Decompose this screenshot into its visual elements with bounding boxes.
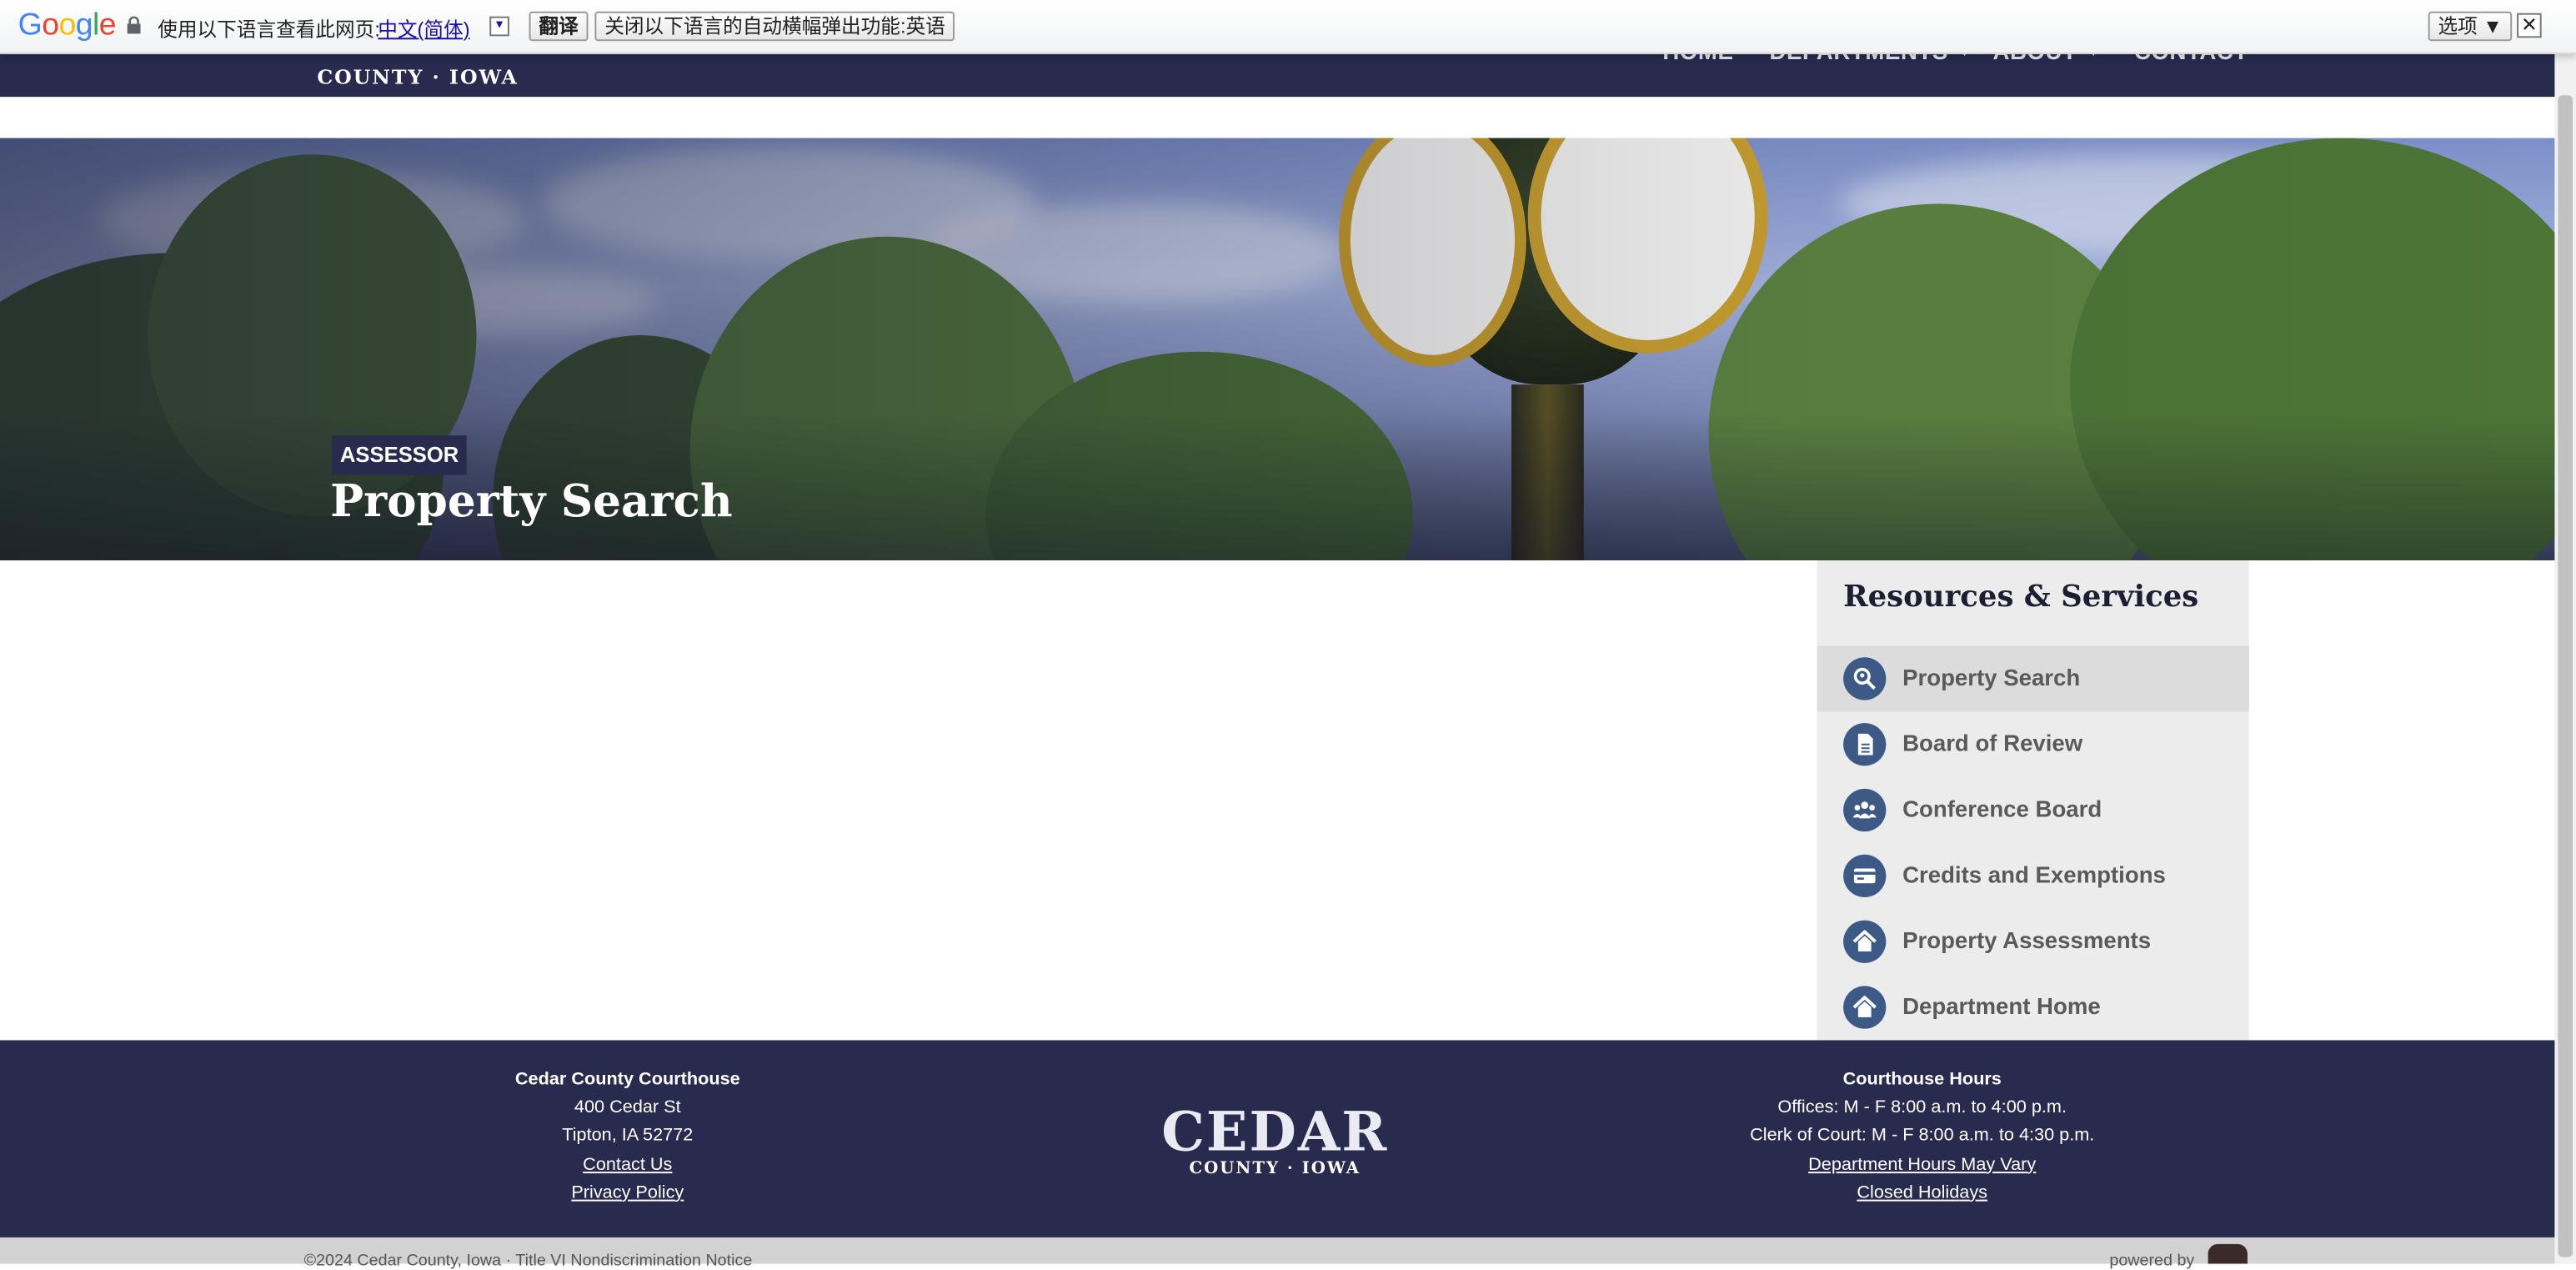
- footer-street: 400 Cedar St: [574, 1097, 681, 1118]
- sidebar-item-board-of-review[interactable]: Board of Review: [1817, 711, 2249, 777]
- footer-privacy-link[interactable]: Privacy Policy: [464, 1180, 792, 1208]
- footer-hours-vary-link[interactable]: Department Hours May Vary: [1709, 1152, 2136, 1180]
- sidebar-title: Resources & Services: [1843, 580, 2199, 615]
- sidebar-item-label: Department Home: [1902, 992, 2101, 1019]
- logo-subtitle: COUNTY · IOWA: [317, 65, 519, 89]
- footer-logo-wordmark: CEDAR: [1161, 1099, 1389, 1164]
- home-icon: [1843, 986, 1887, 1029]
- footer-logo-subtitle: COUNTY · IOWA: [1189, 1160, 1361, 1178]
- options-button[interactable]: 选项 ▼: [2428, 11, 2513, 42]
- google-logo: Google: [18, 8, 117, 43]
- language-dropdown-icon[interactable]: ▼: [489, 16, 509, 37]
- footer-address: Cedar County Courthouse 400 Cedar St Tip…: [464, 1067, 792, 1208]
- language-select-link[interactable]: 中文(简体): [378, 15, 469, 43]
- vendor-logo-icon[interactable]: [2208, 1243, 2248, 1264]
- sidebar-item-department-home[interactable]: Department Home: [1817, 975, 2249, 1041]
- sidebar-item-label: Property Assessments: [1902, 926, 2152, 954]
- sidebar-item-property-assessments[interactable]: Property Assessments: [1817, 909, 2249, 975]
- card-icon: [1843, 854, 1887, 898]
- footer-office-hours: Offices: M - F 8:00 a.m. to 4:00 p.m.: [1777, 1097, 2067, 1118]
- footer-city: Tipton, IA 52772: [562, 1126, 694, 1147]
- header-spacer: [0, 97, 2555, 138]
- footer-clerk-hours: Clerk of Court: M - F 8:00 a.m. to 4:30 …: [1750, 1126, 2095, 1147]
- powered-by-text: powered by: [2109, 1252, 2195, 1270]
- sidebar-item-conference-board[interactable]: Conference Board: [1817, 777, 2249, 843]
- copyright-text[interactable]: ©2024 Cedar County, Iowa · Title VI Nond…: [304, 1252, 753, 1270]
- sidebar-item-label: Conference Board: [1902, 795, 2102, 822]
- translate-prompt: 使用以下语言查看此网页:: [158, 18, 380, 42]
- google-translate-bar: Google 使用以下语言查看此网页: 中文(简体) ▼ 翻译 关闭以下语言的自…: [0, 0, 2576, 55]
- footer-logo[interactable]: CEDAR COUNTY · IOWA: [1160, 1099, 1390, 1182]
- sidebar-item-property-search[interactable]: Property Search: [1817, 645, 2249, 712]
- sidebar-item-label: Credits and Exemptions: [1902, 861, 2166, 888]
- site-footer: Cedar County Courthouse 400 Cedar St Tip…: [0, 1040, 2555, 1237]
- footer-hours-heading: Courthouse Hours: [1842, 1069, 2002, 1090]
- page-title: Property Search: [330, 476, 733, 528]
- footer-hours: Courthouse Hours Offices: M - F 8:00 a.m…: [1709, 1067, 2136, 1208]
- sidebar-item-label: Board of Review: [1902, 729, 2083, 756]
- footer-courthouse-heading: Cedar County Courthouse: [514, 1069, 740, 1090]
- people-icon: [1843, 788, 1887, 832]
- search-location-icon: [1843, 657, 1887, 700]
- sidebar-item-label: Property Search: [1902, 664, 2081, 690]
- page-scrollbar[interactable]: [2554, 53, 2576, 1264]
- copyright-bar: ©2024 Cedar County, Iowa · Title VI Nond…: [0, 1237, 2555, 1270]
- footer-holidays-link[interactable]: Closed Holidays: [1709, 1180, 2136, 1208]
- home-icon: [1843, 920, 1887, 963]
- footer-contact-link[interactable]: Contact Us: [464, 1152, 792, 1180]
- never-translate-button[interactable]: 关闭以下语言的自动横幅弹出功能:英语: [594, 11, 955, 42]
- scrollbar-thumb[interactable]: [2558, 95, 2573, 1257]
- close-icon[interactable]: ✕: [2517, 13, 2542, 38]
- document-icon: [1843, 723, 1887, 766]
- translate-button[interactable]: 翻译: [529, 11, 589, 42]
- lock-icon: [127, 16, 141, 34]
- sidebar-item-credits-and-exemptions[interactable]: Credits and Exemptions: [1817, 843, 2249, 909]
- resources-sidebar: Resources & Services Property Search Boa…: [1817, 560, 2249, 1041]
- department-badge[interactable]: ASSESSOR: [332, 435, 468, 475]
